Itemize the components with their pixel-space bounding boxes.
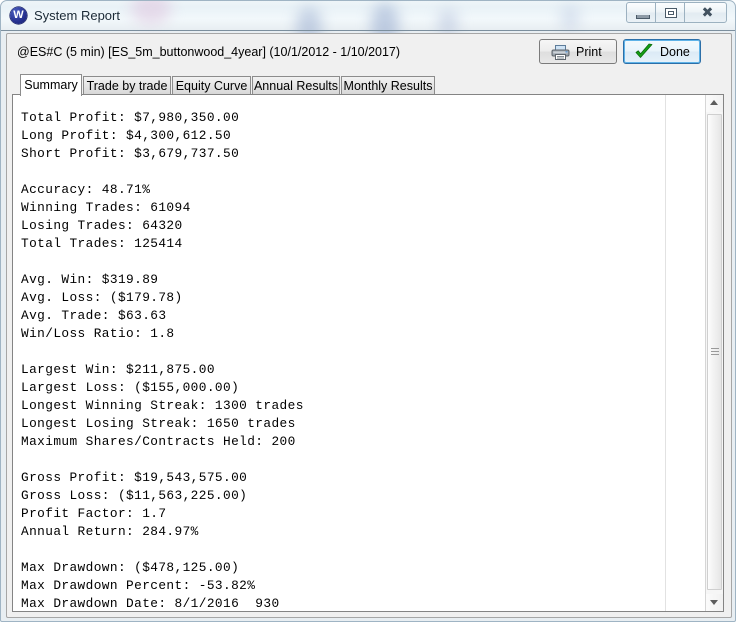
- tab-monthly-results[interactable]: Monthly Results: [341, 76, 435, 95]
- w-logo-icon: W: [10, 7, 27, 24]
- close-icon: ✖: [701, 5, 714, 21]
- maximize-button[interactable]: [655, 2, 685, 23]
- minimize-button[interactable]: [626, 2, 656, 23]
- report-text-content: Total Profit: $7,980,350.00 Long Profit:…: [21, 109, 304, 611]
- window-title: System Report: [34, 8, 120, 23]
- maximize-icon: [665, 8, 677, 18]
- vertical-scrollbar[interactable]: [705, 95, 723, 611]
- printer-icon: [551, 45, 570, 60]
- tab-summary[interactable]: Summary: [20, 74, 82, 96]
- scroll-down-button[interactable]: [706, 594, 723, 611]
- system-report-window: W System Report ✖ @ES#C (5 min) [ES_5m_b…: [0, 0, 736, 622]
- scrollbar-grip-icon: [711, 348, 719, 356]
- print-margin-rule: [665, 95, 666, 611]
- done-button[interactable]: Done: [623, 39, 701, 64]
- done-button-label: Done: [660, 45, 690, 59]
- scroll-up-arrow-icon: [710, 100, 718, 105]
- client-area: @ES#C (5 min) [ES_5m_buttonwood_4year] (…: [6, 33, 732, 618]
- print-button[interactable]: Print: [539, 39, 617, 64]
- minimize-icon: [636, 15, 650, 19]
- report-text-panel: Total Profit: $7,980,350.00 Long Profit:…: [12, 94, 724, 612]
- tab-equity-curve[interactable]: Equity Curve: [172, 76, 251, 95]
- scrollbar-thumb[interactable]: [707, 114, 722, 590]
- check-icon: [635, 43, 653, 58]
- report-header-line: @ES#C (5 min) [ES_5m_buttonwood_4year] (…: [17, 45, 401, 59]
- scroll-up-button[interactable]: [706, 95, 723, 112]
- title-bar: W System Report ✖: [1, 1, 735, 31]
- scroll-down-arrow-icon: [710, 600, 718, 605]
- tab-annual-results[interactable]: Annual Results: [252, 76, 340, 95]
- close-button[interactable]: ✖: [684, 2, 727, 23]
- tab-trade-by-trade[interactable]: Trade by trade: [83, 76, 171, 95]
- print-button-label: Print: [576, 45, 602, 59]
- tab-strip: Summary Trade by trade Equity Curve Annual …: [12, 74, 724, 96]
